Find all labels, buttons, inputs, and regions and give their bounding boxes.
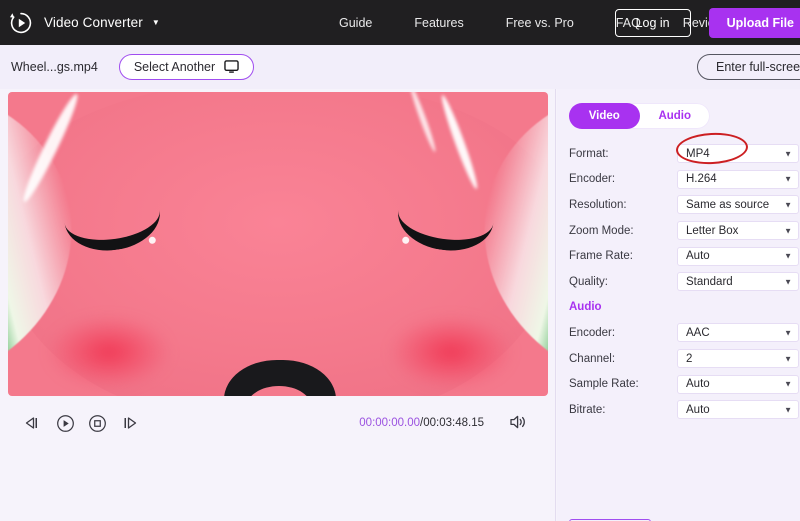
brand[interactable]: Video Converter ▼ [8,10,160,36]
audio-encoder-value: AAC [686,326,710,339]
sample-rate-label: Sample Rate: [569,378,639,391]
audio-encoder-select[interactable]: AAC ▼ [677,323,799,343]
frame-rate-select[interactable]: Auto ▼ [677,246,799,266]
chevron-down-icon: ▼ [784,328,792,338]
media-type-tabs: Video Audio [569,103,710,129]
zoom-mode-select[interactable]: Letter Box ▼ [677,221,799,241]
setting-row-frame-rate: Frame Rate: Auto ▼ [557,243,800,269]
video-canvas [8,92,548,396]
brand-name: Video Converter [44,15,143,30]
setting-row-sample-rate: Sample Rate: Auto ▼ [557,371,800,397]
bitrate-select[interactable]: Auto ▼ [677,400,799,420]
audio-section-heading: Audio [569,301,602,314]
monitor-icon [224,60,239,74]
zoom-mode-value: Letter Box [686,224,739,237]
video-preview[interactable] [8,92,548,396]
quality-label: Quality: [569,275,608,288]
time-readout: 00:00:00.00/00:03:48.15 [359,417,484,429]
setting-row-format: Format: MP4 ▼ [557,141,800,167]
timeline-area: 0:00:00.00 [0,441,556,521]
chevron-down-icon: ▼ [784,354,792,364]
chevron-down-icon: ▼ [784,379,792,389]
resolution-value: Same as source [686,198,770,211]
frame-rate-value: Auto [686,250,710,263]
resolution-select[interactable]: Same as source ▼ [677,195,799,215]
video-encoder-label: Encoder: [569,173,616,186]
select-another-label: Select Another [133,60,216,74]
setting-row-resolution: Resolution: Same as source ▼ [557,192,800,218]
chevron-down-icon: ▼ [784,405,792,415]
format-label: Format: [569,147,609,160]
tab-audio[interactable]: Audio [640,103,711,129]
bitrate-value: Auto [686,403,710,416]
zoom-mode-label: Zoom Mode: [569,224,634,237]
setting-row-video-encoder: Encoder: H.264 ▼ [557,167,800,193]
blush-right [390,316,512,388]
video-encoder-select[interactable]: H.264 ▼ [677,169,799,189]
current-file-name: Wheel...gs.mp4 [11,60,98,74]
step-forward-icon[interactable] [118,412,140,434]
setting-row-zoom-mode: Zoom Mode: Letter Box ▼ [557,218,800,244]
blush-left [48,316,170,388]
setting-row-bitrate: Bitrate: Auto ▼ [557,397,800,423]
quality-value: Standard [686,275,733,288]
sub-header: Wheel...gs.mp4 Select Another Enter full… [0,45,800,89]
video-converter-app: Video Converter ▼ Guide Features Free vs… [0,0,800,521]
channel-label: Channel: [569,352,616,365]
chevron-down-icon: ▼ [784,251,792,261]
nav-link-guide[interactable]: Guide [318,16,393,30]
transport-buttons [22,412,140,434]
resolution-label: Resolution: [569,198,627,211]
speaker-icon[interactable] [508,413,528,433]
current-time: 00:00:00.00 [359,417,421,429]
frame-rate-label: Frame Rate: [569,250,633,263]
nav-actions: Log in Upload File [614,0,800,45]
chevron-down-icon: ▼ [784,200,792,210]
upload-file-button[interactable]: Upload File [708,7,800,38]
sample-rate-select[interactable]: Auto ▼ [677,374,799,394]
total-time: /00:03:48.15 [420,417,484,429]
chevron-down-icon: ▼ [784,174,792,184]
channel-select[interactable]: 2 ▼ [677,349,799,369]
chevron-down-icon: ▼ [784,226,792,236]
quality-select[interactable]: Standard ▼ [677,272,799,292]
stop-circle-icon[interactable] [86,412,108,434]
top-navbar: Video Converter ▼ Guide Features Free vs… [0,0,800,45]
settings-rows: Format: MP4 ▼ Encoder: H.264 ▼ Resolutio… [557,141,800,423]
nav-link-features[interactable]: Features [393,16,484,30]
player-controls: 00:00:00.00/00:03:48.15 [0,407,556,439]
format-value: MP4 [686,147,710,160]
setting-row-audio-encoder: Encoder: AAC ▼ [557,320,800,346]
login-button[interactable]: Log in [614,8,691,37]
chevron-down-icon: ▼ [784,149,792,159]
nav-link-free-vs-pro[interactable]: Free vs. Pro [485,16,595,30]
settings-panel: Video Audio Format: MP4 ▼ Encoder: H.264… [557,89,800,521]
enter-fullscreen-button[interactable]: Enter full-screen [696,54,800,80]
format-select[interactable]: MP4 ▼ [677,144,799,164]
chevron-down-icon[interactable]: ▼ [152,18,160,27]
select-another-button[interactable]: Select Another [118,54,255,80]
play-circle-logo-icon [8,10,34,36]
video-encoder-value: H.264 [686,173,717,186]
channel-value: 2 [686,352,693,365]
audio-encoder-label: Encoder: [569,326,616,339]
play-circle-icon[interactable] [54,412,76,434]
chevron-down-icon: ▼ [784,277,792,287]
setting-row-channel: Channel: 2 ▼ [557,346,800,372]
player-pane: 00:00:00.00/00:03:48.15 0:00:00.00 [0,89,556,521]
tab-video[interactable]: Video [569,103,640,129]
bitrate-label: Bitrate: [569,403,606,416]
setting-row-quality: Quality: Standard ▼ [557,269,800,295]
sample-rate-value: Auto [686,378,710,391]
step-backward-icon[interactable] [22,412,44,434]
